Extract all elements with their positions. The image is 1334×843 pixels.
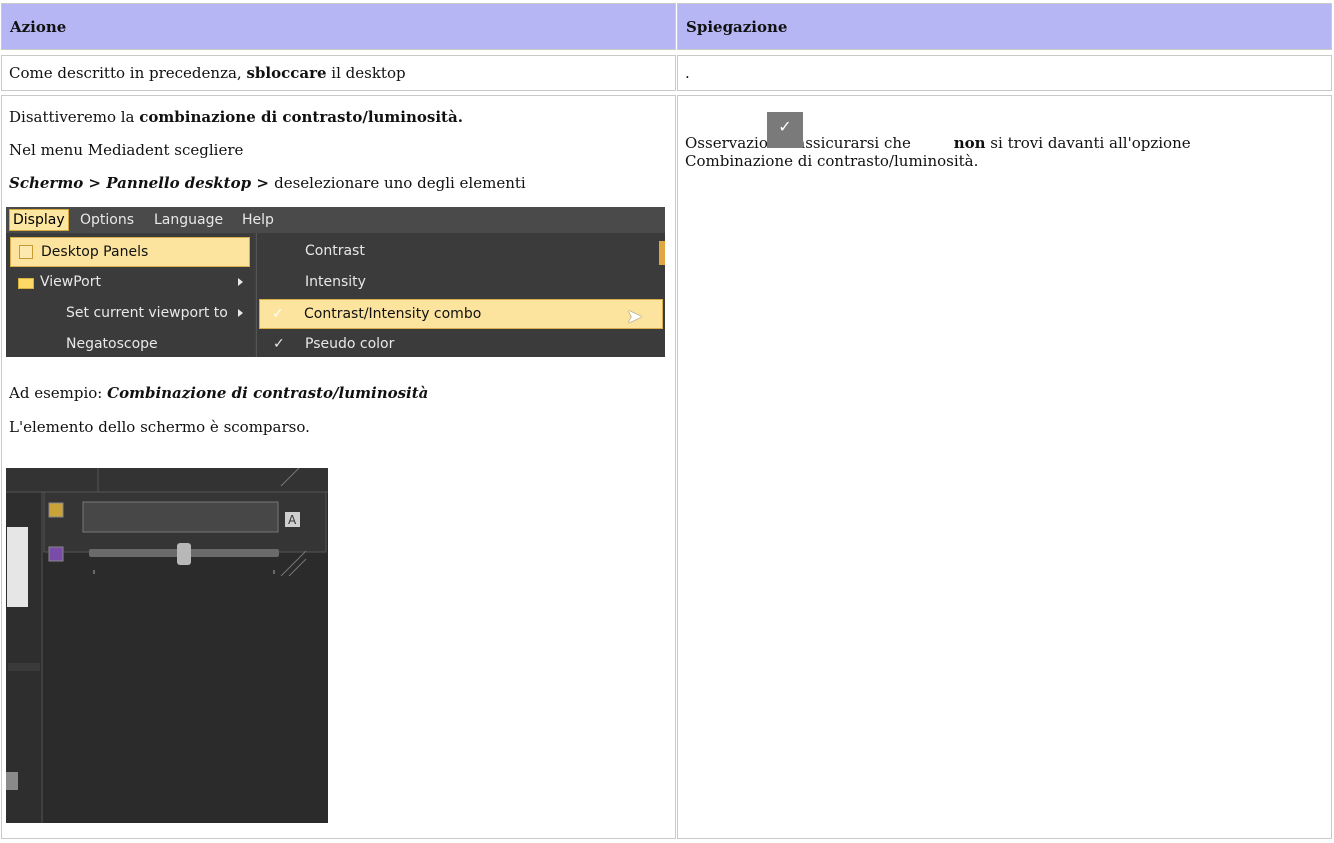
example-bold: Combinazione di contrasto/luminosità (107, 384, 429, 402)
contrast-label: Contrast (305, 243, 365, 259)
row1-action-suffix: il desktop (326, 64, 406, 82)
row1-explanation-cell: . (677, 55, 1332, 91)
viewport-label: ViewPort (40, 274, 101, 290)
panel-screenshot: A (6, 468, 328, 823)
row2-line1-bold: combinazione di contrasto/luminosità. (139, 108, 463, 126)
check-icon: ✓ (273, 336, 285, 352)
menu-screenshot: Display Options Language Help Desktop Pa… (6, 207, 665, 357)
menu-item-negatoscope[interactable]: Negatoscope (10, 330, 248, 357)
pseudo-color-label: Pseudo color (305, 336, 395, 352)
menu-help[interactable]: Help (242, 211, 274, 229)
viewport-icon (18, 278, 34, 289)
check-icon: ✓ (272, 306, 284, 322)
row1-action-cell: Come descritto in precedenza, sbloccare … (1, 55, 676, 91)
menu-item-desktop-panels[interactable]: Desktop Panels (10, 237, 250, 267)
menu-item-intensity[interactable]: Intensity (261, 268, 661, 296)
desktop-panels-icon (19, 245, 33, 259)
menu-path-sep1: > (83, 174, 107, 192)
menu-bar: Display Options Language Help (6, 207, 665, 233)
cursor-icon: ➤ (626, 304, 643, 328)
row1-action-bold: sbloccare (246, 64, 327, 82)
menu-edge-accent (659, 241, 665, 265)
display-submenu: Desktop Panels ViewPort Set current view… (6, 233, 254, 357)
menu-item-set-viewport[interactable]: Set current viewport to (10, 299, 248, 327)
set-viewport-label: Set current viewport to (66, 305, 228, 321)
desktop-panels-label: Desktop Panels (41, 244, 149, 260)
example-prefix: Ad esempio: (9, 384, 108, 402)
row1-explanation: . (685, 64, 690, 82)
menu-item-contrast[interactable]: Contrast (261, 237, 661, 265)
panel-a-label: A (288, 513, 297, 527)
desktop-panels-submenu: Contrast Intensity ✓ Contrast/Intensity … (256, 233, 665, 357)
menu-item-viewport[interactable]: ViewPort (10, 268, 248, 296)
note-bold: non (953, 134, 986, 152)
submenu-arrow-icon (238, 309, 243, 317)
checkmark-icon: ✓ (767, 112, 803, 148)
row2-line3-suffix: deselezionare uno degli elementi (274, 174, 526, 192)
row1-action-prefix: Come descritto in precedenza, (9, 64, 247, 82)
menu-path-sep2: > (251, 174, 275, 192)
submenu-arrow-icon (238, 278, 243, 286)
result-text: L'elemento dello schermo è scomparso. (9, 418, 310, 436)
menu-language[interactable]: Language (154, 211, 223, 229)
note-suffix: si trovi davanti all'opzione (985, 134, 1191, 152)
negatoscope-label: Negatoscope (66, 336, 158, 352)
intensity-label: Intensity (305, 274, 366, 290)
combo-label: Contrast/Intensity combo (304, 306, 482, 322)
row2-explanation-cell: Osservazione: assicurarsi che non si tro… (677, 95, 1332, 839)
panel-graphic: A (6, 468, 328, 823)
row2-line2: Nel menu Mediadent scegliere (9, 141, 244, 159)
row2-line1-prefix: Disattiveremo la (9, 108, 140, 126)
menu-item-contrast-intensity-combo[interactable]: ✓ Contrast/Intensity combo ➤ (259, 299, 663, 329)
menu-path-desktop-panels: Pannello desktop (106, 174, 252, 192)
menu-path-display: Schermo (9, 174, 84, 192)
menu-item-pseudo-color[interactable]: ✓ Pseudo color (261, 330, 661, 357)
note-line2: Combinazione di contrasto/luminosità. (685, 152, 979, 170)
menu-options[interactable]: Options (80, 211, 134, 229)
header-explanation: Spiegazione (677, 3, 1332, 50)
header-action: Azione (1, 3, 676, 50)
menu-display[interactable]: Display (9, 209, 69, 231)
